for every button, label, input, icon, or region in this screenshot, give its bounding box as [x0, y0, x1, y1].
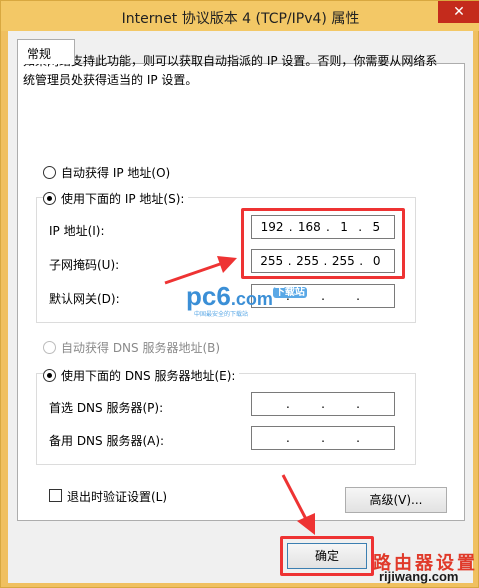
radio-manual-ip[interactable]: 使用下面的 IP 地址(S):	[43, 190, 189, 207]
pc6-badge: 下载站	[272, 287, 307, 298]
radio-auto-dns-indicator[interactable]	[43, 341, 56, 354]
dns-settings-group	[36, 373, 416, 465]
radio-manual-ip-label: 使用下面的 IP 地址(S):	[61, 192, 185, 206]
window-title: Internet 协议版本 4 (TCP/IPv4) 属性	[121, 11, 360, 27]
radio-auto-ip[interactable]: 自动获得 IP 地址(O)	[43, 164, 175, 181]
ip-address-label: IP 地址(I):	[49, 224, 105, 238]
close-icon: ✕	[453, 4, 465, 20]
site-watermark: rijiwang.com	[379, 569, 459, 584]
alternate-dns-label: 备用 DNS 服务器(A):	[49, 434, 165, 448]
radio-manual-dns[interactable]: 使用下面的 DNS 服务器地址(E):	[43, 367, 240, 384]
close-button[interactable]: ✕	[438, 1, 479, 23]
preferred-dns-label: 首选 DNS 服务器(P):	[49, 401, 164, 415]
description-text: 如果网络支持此功能，则可以获取自动指派的 IP 设置。否则，你需要从网络系统管理…	[23, 54, 438, 87]
pc6-logo-com: .com	[230, 289, 273, 309]
pc6-tagline: 中国最安全的下载站	[194, 312, 249, 318]
radio-auto-ip-label: 自动获得 IP 地址(O)	[61, 166, 171, 180]
validate-checkbox-label[interactable]: 退出时验证设置(L)	[67, 488, 167, 505]
radio-manual-dns-indicator[interactable]	[43, 369, 56, 382]
gateway-label: 默认网关(D):	[49, 292, 120, 306]
red-arrow-ok-icon	[281, 474, 315, 535]
highlight-ip-mask	[241, 208, 405, 279]
preferred-dns-input[interactable]: . . .	[251, 392, 395, 416]
title-bar[interactable]: Internet 协议版本 4 (TCP/IPv4) 属性 ✕	[1, 1, 479, 31]
radio-manual-dns-label: 使用下面的 DNS 服务器地址(E):	[61, 369, 236, 383]
tab-general[interactable]: 常规	[17, 39, 75, 64]
radio-auto-dns-label: 自动获得 DNS 服务器地址(B)	[61, 341, 221, 355]
tab-general-label: 常规	[27, 47, 52, 61]
radio-auto-dns[interactable]: 自动获得 DNS 服务器地址(B)	[43, 339, 225, 356]
dialog-window: Internet 协议版本 4 (TCP/IPv4) 属性 ✕ 常规 如果网络支…	[0, 0, 479, 588]
advanced-button[interactable]: 高级(V)...	[345, 487, 447, 513]
highlight-ok	[280, 536, 374, 576]
radio-auto-ip-indicator[interactable]	[43, 166, 56, 179]
pc6-logo-text: pc6	[186, 281, 231, 311]
subnet-mask-label: 子网掩码(U):	[49, 258, 120, 272]
pc6-watermark: pc6.com 下载站 中国最安全的下载站	[186, 281, 307, 318]
alternate-dns-input[interactable]: . . .	[251, 426, 395, 450]
radio-manual-ip-indicator[interactable]	[43, 192, 56, 205]
validate-checkbox[interactable]	[49, 489, 62, 502]
